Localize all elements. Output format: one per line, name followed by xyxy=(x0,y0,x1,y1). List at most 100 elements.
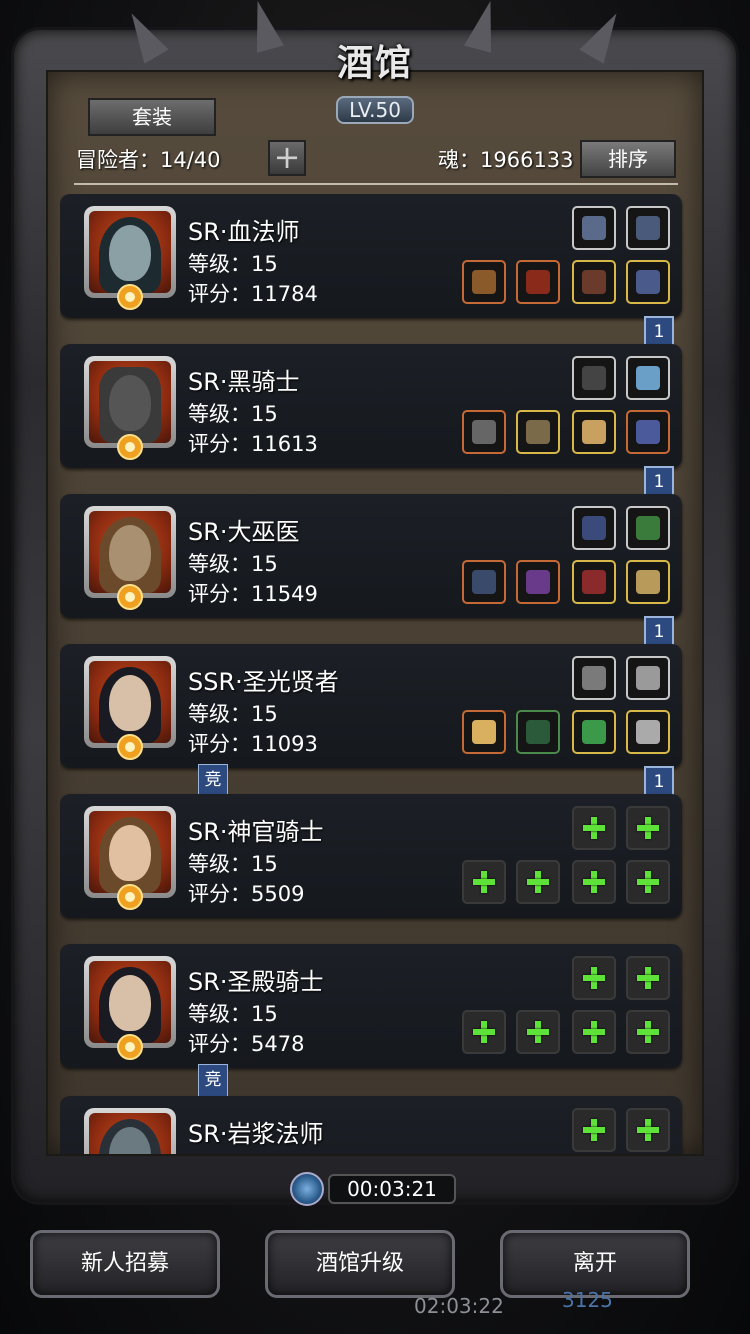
upgrade-tavern-button[interactable]: 酒馆升级 xyxy=(265,1230,455,1298)
hero-level: 等级：15 xyxy=(188,852,278,876)
title-plate: 酒馆 xyxy=(300,34,450,94)
rank-gem-icon xyxy=(110,732,150,762)
hero-name: SSR·圣光贤者 xyxy=(188,668,339,696)
hero-card[interactable]: SR·大巫医 等级：15 评分：11549 xyxy=(60,494,682,618)
recruit-button[interactable]: 新人招募 xyxy=(30,1230,220,1298)
hero-level: 等级：15 xyxy=(188,552,278,576)
rank-gem-icon xyxy=(110,1032,150,1062)
hero-portrait xyxy=(84,1108,176,1154)
hero-name: SR·黑骑士 xyxy=(188,368,300,396)
arena-badge: 竞 xyxy=(198,1064,228,1098)
plus-icon xyxy=(582,816,606,840)
soul-count: 魂：1966133 xyxy=(438,148,574,172)
empty-slot[interactable] xyxy=(572,806,616,850)
shield-slot[interactable] xyxy=(626,710,670,754)
clock-icon xyxy=(290,1172,324,1206)
page-title: 酒馆 xyxy=(336,43,413,84)
hammer-slot[interactable] xyxy=(462,710,506,754)
scroll-slot[interactable] xyxy=(572,410,616,454)
hero-level: 等级：15 xyxy=(188,702,278,726)
hero-score: 评分：11784 xyxy=(188,282,318,306)
empty-slot[interactable] xyxy=(626,956,670,1000)
hero-name: SR·岩浆法师 xyxy=(188,1120,324,1148)
set-button[interactable]: 套装 xyxy=(88,98,216,136)
hero-card[interactable]: SR·神官骑士 等级：15 评分：5509 xyxy=(60,794,682,918)
hero-level: 等级：15 xyxy=(188,402,278,426)
hero-card[interactable]: SR·黑骑士 等级：15 评分：11613 xyxy=(60,344,682,468)
hero-card[interactable]: SR·圣殿骑士 等级：15 评分：5478 xyxy=(60,944,682,1068)
header-divider xyxy=(74,183,678,185)
mask-slot[interactable] xyxy=(572,356,616,400)
adventurer-count: 冒险者：14/40 xyxy=(76,148,221,172)
tavern-level-badge: LV.50 xyxy=(336,96,414,124)
armor-slot[interactable] xyxy=(516,410,560,454)
empty-slot[interactable] xyxy=(462,860,506,904)
plus-icon xyxy=(526,1020,550,1044)
rank-gem-icon xyxy=(110,582,150,612)
armor-slot[interactable] xyxy=(516,260,560,304)
empty-slot[interactable] xyxy=(572,860,616,904)
plus-icon xyxy=(526,870,550,894)
dagger-slot[interactable] xyxy=(626,656,670,700)
necklace-slot[interactable] xyxy=(626,206,670,250)
hero-score: 评分：11093 xyxy=(188,732,318,756)
hero-card[interactable]: SR·血法师 等级：15 评分：11784 xyxy=(60,194,682,318)
plus-icon xyxy=(582,1118,606,1142)
add-adventurer-button[interactable]: + xyxy=(268,140,306,176)
amulet-slot[interactable] xyxy=(572,560,616,604)
necklace-slot[interactable] xyxy=(572,506,616,550)
empty-slot[interactable] xyxy=(626,860,670,904)
scroll-slot[interactable] xyxy=(626,560,670,604)
plus-icon xyxy=(582,966,606,990)
empty-slot[interactable] xyxy=(572,956,616,1000)
hero-score: 评分：11613 xyxy=(188,432,318,456)
sort-button[interactable]: 排序 xyxy=(580,140,676,178)
plus-icon xyxy=(472,870,496,894)
empty-slot[interactable] xyxy=(572,1010,616,1054)
empty-slot[interactable] xyxy=(572,1108,616,1152)
plus-icon xyxy=(636,966,660,990)
offhand-slot[interactable] xyxy=(626,260,670,304)
boots-slot[interactable] xyxy=(572,260,616,304)
armor-slot[interactable] xyxy=(516,710,560,754)
plus-icon xyxy=(472,1020,496,1044)
plus-icon xyxy=(636,1020,660,1044)
ring-slot[interactable] xyxy=(626,356,670,400)
hero-score: 评分：11549 xyxy=(188,582,318,606)
hero-name: SR·神官骑士 xyxy=(188,818,324,846)
plus-icon xyxy=(636,1118,660,1142)
armor-slot[interactable] xyxy=(516,560,560,604)
rank-gem-icon xyxy=(110,882,150,912)
cloth-slot[interactable] xyxy=(626,506,670,550)
gem-slot[interactable] xyxy=(572,710,616,754)
hero-list[interactable]: SR·血法师 等级：15 评分：11784 1 SR·黑骑士 等级：15 评分：… xyxy=(60,194,690,1154)
arena-badge: 竞 xyxy=(198,764,228,798)
background-counter: 3125 xyxy=(562,1288,613,1312)
weapon-slot[interactable] xyxy=(462,410,506,454)
hero-name: SR·圣殿骑士 xyxy=(188,968,324,996)
empty-slot[interactable] xyxy=(516,1010,560,1054)
empty-slot[interactable] xyxy=(626,1010,670,1054)
plus-icon xyxy=(636,870,660,894)
plus-icon xyxy=(582,870,606,894)
hero-card[interactable]: SR·岩浆法师 xyxy=(60,1096,682,1154)
staff-slot[interactable] xyxy=(572,656,616,700)
empty-slot[interactable] xyxy=(626,1108,670,1152)
empty-slot[interactable] xyxy=(462,1010,506,1054)
weapon-slot[interactable] xyxy=(462,260,506,304)
hero-score: 评分：5478 xyxy=(188,1032,305,1056)
hero-name: SR·大巫医 xyxy=(188,518,300,546)
plus-icon xyxy=(636,816,660,840)
weapon-slot[interactable] xyxy=(462,560,506,604)
background-timer: 02:03:22 xyxy=(414,1294,504,1318)
offhand-slot[interactable] xyxy=(626,410,670,454)
hero-name: SR·血法师 xyxy=(188,218,300,246)
hero-card[interactable]: SSR·圣光贤者 等级：15 评分：11093 xyxy=(60,644,682,768)
hero-score: 评分：5509 xyxy=(188,882,305,906)
empty-slot[interactable] xyxy=(516,860,560,904)
empty-slot[interactable] xyxy=(626,806,670,850)
timer-text: 00:03:21 xyxy=(328,1174,456,1204)
rank-gem-icon xyxy=(110,282,150,312)
hero-level: 等级：15 xyxy=(188,1002,278,1026)
accessory-slot[interactable] xyxy=(572,206,616,250)
